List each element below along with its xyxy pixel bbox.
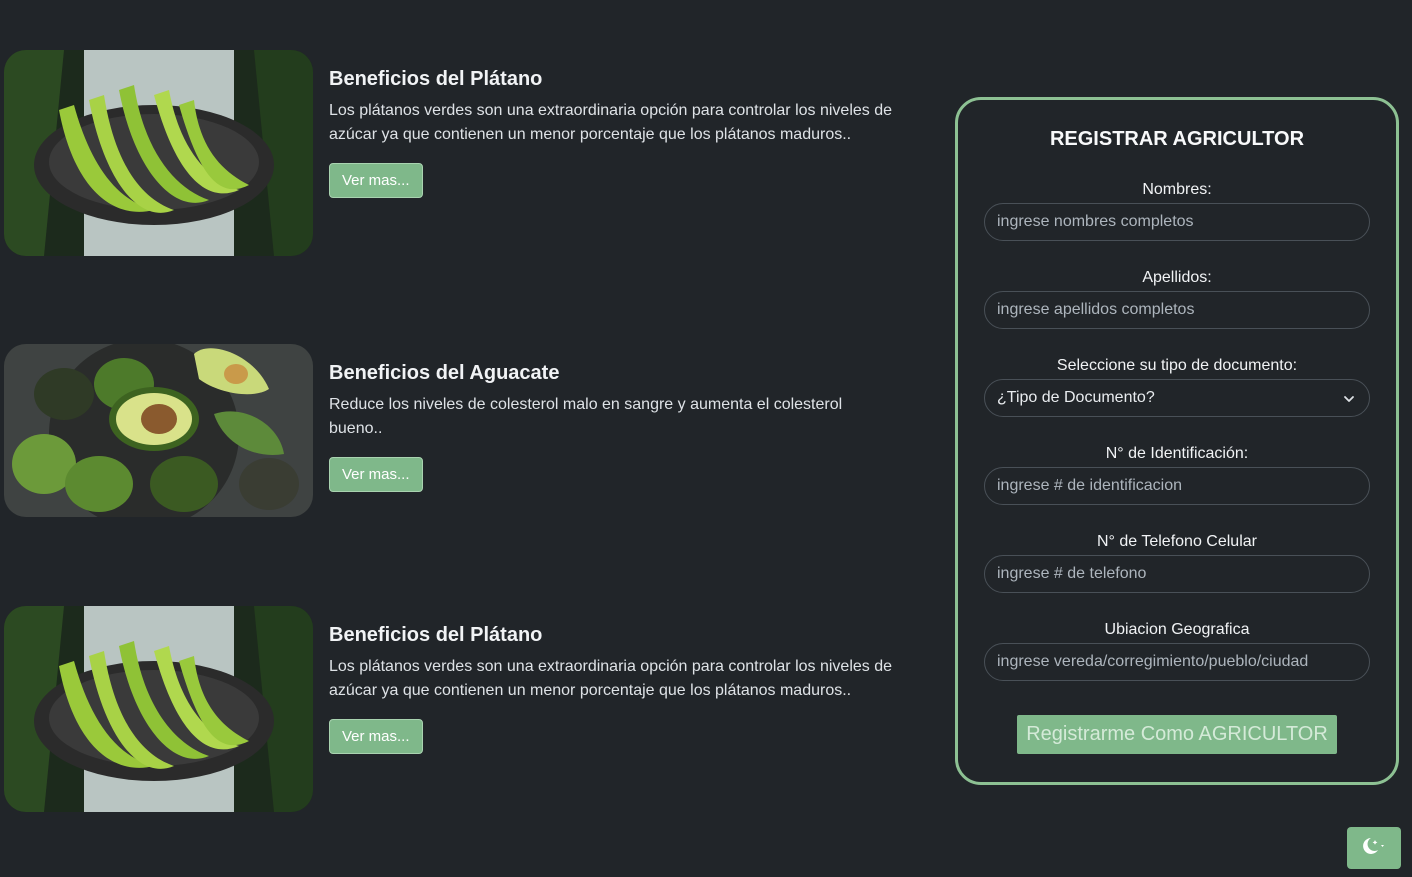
page: Beneficios del Plátano Los plátanos verd…	[0, 0, 1412, 877]
ubicacion-input[interactable]	[984, 643, 1370, 681]
nombres-input[interactable]	[984, 203, 1370, 241]
plantain-image	[4, 50, 313, 256]
field-label: Ubiacion Geografica	[1104, 621, 1250, 638]
card-body: Beneficios del Plátano Los plátanos verd…	[329, 606, 899, 754]
plantain-image	[4, 606, 313, 812]
moon-stars-icon	[1360, 836, 1388, 861]
field-label: Nombres:	[1142, 181, 1212, 198]
card-aguacate: Beneficios del Aguacate Reduce los nivel…	[4, 344, 899, 517]
field-label: Apellidos:	[1142, 269, 1212, 286]
card-title: Beneficios del Plátano	[329, 68, 543, 90]
field-ubicacion: Ubiacion Geografica	[984, 621, 1370, 681]
field-tipo-documento: Seleccione su tipo de documento: ¿Tipo d…	[984, 357, 1370, 417]
card-text: Reduce los niveles de colesterol malo en…	[329, 396, 843, 437]
card-text: Los plátanos verdes son una extraordinar…	[329, 658, 893, 699]
document-type-select[interactable]: ¿Tipo de Documento?	[984, 379, 1370, 417]
field-apellidos: Apellidos:	[984, 269, 1370, 329]
field-identificacion: N° de Identificación:	[984, 445, 1370, 505]
card-body: Beneficios del Aguacate Reduce los nivel…	[329, 344, 899, 492]
identificacion-input[interactable]	[984, 467, 1370, 505]
theme-toggle-button[interactable]	[1347, 827, 1401, 869]
avocado-image	[4, 344, 313, 517]
card-text: Los plátanos verdes son una extraordinar…	[329, 102, 893, 143]
ver-mas-button[interactable]: Ver mas...	[329, 719, 423, 754]
field-label: N° de Identificación:	[1105, 445, 1249, 462]
register-farmer-form: REGISTRAR AGRICULTOR Nombres: Apellidos:…	[955, 97, 1399, 785]
card-platano-1: Beneficios del Plátano Los plátanos verd…	[4, 50, 899, 256]
telefono-input[interactable]	[984, 555, 1370, 593]
form-title: REGISTRAR AGRICULTOR	[1049, 128, 1305, 150]
field-label: N° de Telefono Celular	[1097, 533, 1257, 550]
card-platano-2: Beneficios del Plátano Los plátanos verd…	[4, 606, 899, 812]
field-telefono: N° de Telefono Celular	[984, 533, 1370, 593]
field-label: Seleccione su tipo de documento:	[1056, 357, 1298, 374]
ver-mas-button[interactable]: Ver mas...	[329, 457, 423, 492]
card-body: Beneficios del Plátano Los plátanos verd…	[329, 50, 899, 198]
ver-mas-button[interactable]: Ver mas...	[329, 163, 423, 198]
register-farmer-button[interactable]: Registrarme Como AGRICULTOR	[1017, 715, 1337, 754]
submit-wrap: Registrarme Como AGRICULTOR	[984, 715, 1370, 754]
chevron-down-icon	[1343, 392, 1355, 410]
field-nombres: Nombres:	[984, 181, 1370, 241]
card-title: Beneficios del Aguacate	[329, 362, 560, 384]
apellidos-input[interactable]	[984, 291, 1370, 329]
card-title: Beneficios del Plátano	[329, 624, 543, 646]
select-value: ¿Tipo de Documento?	[997, 389, 1155, 406]
